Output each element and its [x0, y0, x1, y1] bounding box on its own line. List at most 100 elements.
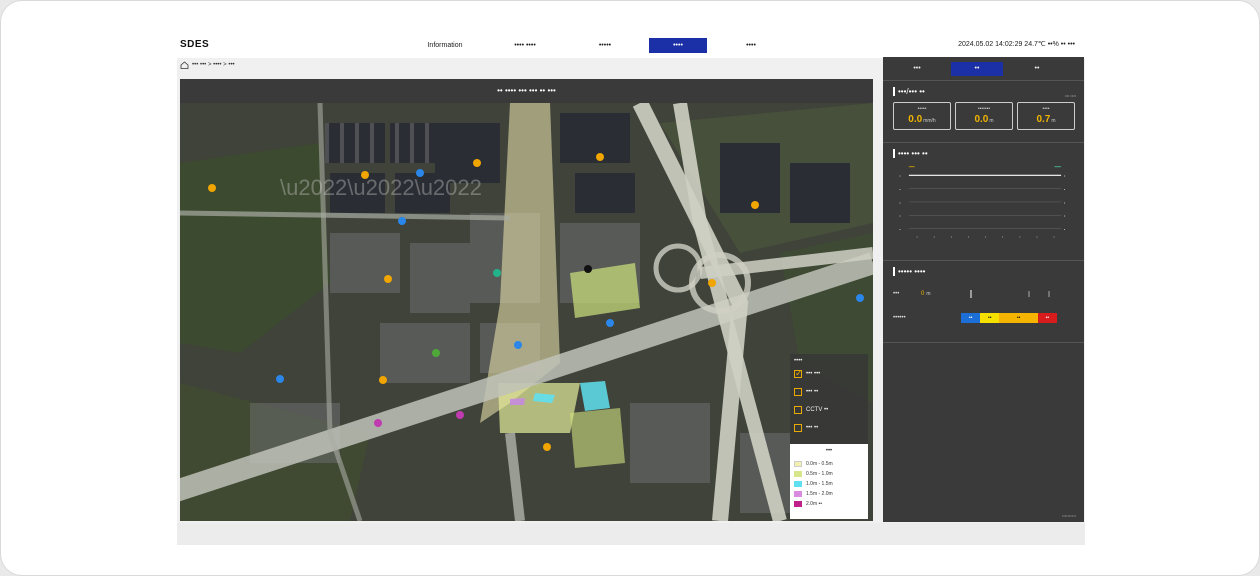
water-level-label: ••• — [893, 291, 900, 297]
screen-frame: SDES Information •••• •••• ••••• •••• ••… — [0, 0, 1260, 576]
svg-text:•: • — [934, 235, 936, 239]
svg-text:•: • — [899, 174, 901, 178]
panel-footer-note: •••••••••• — [1061, 513, 1076, 518]
legend-item-label: CCTV •• — [806, 407, 829, 413]
card-value: 0.0m — [974, 114, 994, 125]
legend-title: •••• — [794, 358, 803, 364]
trend-section-title: •••• ••• •• — [893, 149, 1076, 158]
svg-text:•: • — [899, 227, 901, 231]
checkbox-layer-1[interactable] — [794, 368, 803, 379]
side-panel: ••• •• •• •••/••• •• ••• •••• ••••• 0.0m… — [883, 57, 1084, 522]
svg-text:•: • — [1036, 235, 1038, 239]
svg-text:•: • — [968, 235, 970, 239]
card-value: 0.0mm/h — [908, 114, 936, 125]
map-panel: •• •••• ••• ••• •• ••• \u2022\u2022\u202… — [180, 79, 873, 521]
depth-row: 1.5m - 2.0m — [794, 489, 864, 499]
depth-swatch — [794, 461, 802, 467]
card-label: ••••••• — [977, 106, 991, 112]
depth-swatch — [794, 471, 802, 477]
svg-text:•: • — [1064, 214, 1066, 218]
depth-label: 1.5m - 2.0m — [806, 491, 833, 497]
checkbox-layer-2[interactable] — [794, 388, 802, 396]
rain-section-note: ••• •••• — [1065, 93, 1076, 98]
depth-label: 1.0m - 1.5m — [806, 481, 833, 487]
svg-text:•: • — [1064, 227, 1066, 231]
satellite-map[interactable]: \u2022\u2022\u2022 — [180, 103, 873, 521]
legend-item-2[interactable]: ••• •• — [794, 387, 864, 397]
svg-text:•: • — [899, 188, 901, 192]
depth-label: 0.0m - 0.5m — [806, 461, 833, 467]
legend-item-label: ••• •• — [806, 425, 819, 431]
stage-label: •••••• — [893, 315, 906, 321]
svg-text:•: • — [1019, 235, 1021, 239]
nav-item-5[interactable]: •••• — [715, 38, 787, 53]
card-label: •••• — [1042, 106, 1050, 112]
side-tabs: ••• •• •• — [883, 57, 1084, 81]
nav-item-4-active[interactable]: •••• — [649, 38, 707, 53]
svg-text:•: • — [1053, 235, 1055, 239]
level-track — [970, 290, 1050, 298]
depth-legend: ••• 0.0m - 0.5m 0.5m - 1.0m 1.0m - 1.5m … — [790, 444, 868, 519]
depth-row: 1.0m - 1.5m — [794, 479, 864, 489]
card-value: 0.7m — [1036, 114, 1056, 125]
svg-text:•: • — [899, 214, 901, 218]
top-bar: SDES Information •••• •••• ••••• •••• ••… — [177, 33, 1085, 58]
nav-item-2[interactable]: •••• •••• — [489, 38, 561, 53]
app-logo[interactable]: SDES — [180, 39, 209, 50]
trend-section: •••• ••• •• • • • • • • • • • • • • • • — [883, 143, 1084, 261]
main-nav: Information •••• •••• ••••• •••• •••• — [409, 38, 795, 53]
rain-section: •••/••• •• ••• •••• ••••• 0.0mm/h ••••••… — [883, 81, 1084, 143]
checkbox-layer-4[interactable] — [794, 424, 802, 432]
tab-1[interactable]: ••• — [891, 62, 943, 76]
tab-3[interactable]: •• — [1011, 62, 1063, 76]
scale-segment: •• — [961, 313, 981, 323]
water-level-row: ••• 0m — [893, 282, 1076, 306]
status-clock: 2024.05.02 14:02:29 24.7℃ ••% •• ••• — [958, 40, 1075, 48]
layer-legend: •••• ••• ••• ••• •• CCTV •• ••• •• — [790, 354, 868, 444]
nav-item-3[interactable]: ••••• — [569, 38, 641, 53]
water-level-value: 0m — [921, 291, 931, 297]
tab-2-active[interactable]: •• — [951, 62, 1003, 76]
svg-text:\u2022\u2022\u2022: \u2022\u2022\u2022 — [280, 175, 482, 200]
legend-item-label: ••• •• — [806, 389, 819, 395]
stage-section-title: ••••• •••• — [893, 267, 1076, 276]
datetime-weather: 2024.05.02 14:02:29 24.7℃ ••% •• ••• — [958, 41, 1075, 48]
svg-text:•: • — [951, 235, 953, 239]
stage-scale: •• •• •• •• — [961, 313, 1057, 323]
rain-card-1: ••••• 0.0mm/h — [893, 102, 951, 130]
card-label: ••••• — [917, 106, 927, 112]
depth-label: 0.5m - 1.0m — [806, 471, 833, 477]
scale-segment: •• — [980, 313, 1000, 323]
bottom-strip — [177, 523, 1085, 545]
breadcrumb: ••• ••• > •••• > ••• — [180, 61, 235, 69]
breadcrumb-text: ••• ••• > •••• > ••• — [192, 62, 235, 68]
legend-item-label: ••• ••• — [806, 371, 821, 377]
svg-text:•: • — [1002, 235, 1004, 239]
depth-legend-title: ••• — [825, 448, 833, 454]
stage-row: •••••• •• •• •• •• — [893, 306, 1076, 330]
svg-text:•: • — [1064, 188, 1066, 192]
depth-label: 2.0m •• — [806, 501, 823, 507]
app-window: SDES Information •••• •••• ••••• •••• ••… — [177, 33, 1085, 545]
legend-item-1[interactable]: ••• ••• — [794, 368, 864, 379]
svg-text:•: • — [1064, 174, 1066, 178]
checkbox-cctv[interactable] — [794, 406, 802, 414]
depth-row: 0.0m - 0.5m — [794, 459, 864, 469]
legend-item-3[interactable]: CCTV •• — [794, 405, 864, 415]
rain-section-title: •••/••• •• — [893, 87, 1076, 96]
depth-swatch — [794, 501, 802, 507]
svg-text:•: • — [1064, 201, 1066, 205]
rain-card-3: •••• 0.7m — [1017, 102, 1075, 130]
scale-segment: •• — [1037, 313, 1057, 323]
svg-text:•: • — [899, 201, 901, 205]
home-icon[interactable] — [180, 61, 189, 69]
depth-row: 2.0m •• — [794, 499, 864, 509]
depth-row: 0.5m - 1.0m — [794, 469, 864, 479]
depth-swatch — [794, 481, 802, 487]
map-title: •• •••• ••• ••• •• ••• — [180, 79, 873, 103]
trend-chart: • • • • • • • • • • • • • • • • • • • — [899, 166, 1066, 239]
scale-segment: •• — [999, 313, 1038, 323]
legend-item-4[interactable]: ••• •• — [794, 423, 864, 433]
nav-item-information[interactable]: Information — [409, 38, 481, 53]
rain-card-2: ••••••• 0.0m — [955, 102, 1013, 130]
